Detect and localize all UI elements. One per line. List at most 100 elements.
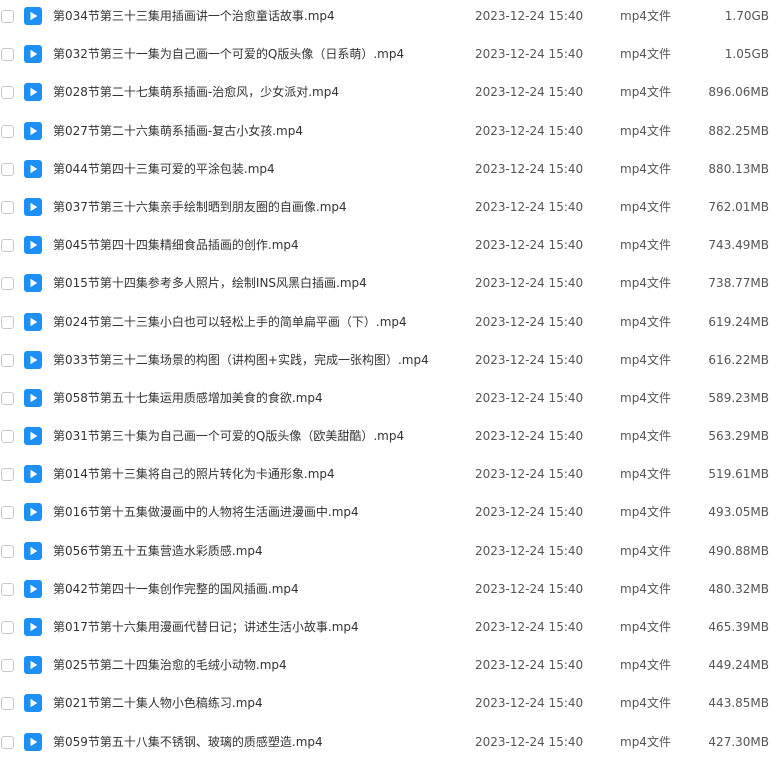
file-row[interactable]: 第015节第十四集参考多人照片，绘制INS风黑白插画.mp4 2023-12-2… <box>0 266 777 304</box>
file-row[interactable]: 第027节第二十六集萌系插画-复古小女孩.mp4 2023-12-24 15:4… <box>0 114 777 152</box>
file-name[interactable]: 第021节第二十集人物小色稿练习.mp4 <box>53 695 263 711</box>
file-size: 519.61MB <box>708 467 769 482</box>
file-name[interactable]: 第056节第五十五集营造水彩质感.mp4 <box>53 543 263 559</box>
file-modified-date: 2023-12-24 15:40 <box>475 238 584 253</box>
file-name[interactable]: 第034节第三十三集用插画讲一个治愈童话故事.mp4 <box>53 8 335 24</box>
file-row[interactable]: 第021节第二十集人物小色稿练习.mp4 2023-12-24 15:40 mp… <box>0 686 777 724</box>
file-name[interactable]: 第014节第十三集将自己的照片转化为卡通形象.mp4 <box>53 466 335 482</box>
file-name[interactable]: 第059节第五十八集不锈钢、玻璃的质感塑造.mp4 <box>53 734 323 750</box>
file-row[interactable]: 第033节第三十二集场景的构图（讲构图+实践，完成一张构图）.mp4 2023-… <box>0 343 777 381</box>
row-checkbox[interactable] <box>1 582 14 596</box>
file-row[interactable]: 第032节第三十一集为自己画一个可爱的Q版头像（日系萌）.mp4 2023-12… <box>0 37 777 75</box>
file-type: mp4文件 <box>620 47 671 62</box>
row-checkbox[interactable] <box>1 239 14 253</box>
file-name[interactable]: 第058节第五十七集运用质感增加美食的食欲.mp4 <box>53 390 323 406</box>
file-size: 896.06MB <box>708 85 769 100</box>
file-modified-date: 2023-12-24 15:40 <box>475 467 584 482</box>
file-name[interactable]: 第015节第十四集参考多人照片，绘制INS风黑白插画.mp4 <box>53 275 367 291</box>
file-size: 738.77MB <box>708 276 769 291</box>
row-checkbox[interactable] <box>1 697 14 711</box>
file-size: 882.25MB <box>708 123 769 138</box>
file-row[interactable]: 第017节第十六集用漫画代替日记；讲述生活小故事.mp4 2023-12-24 … <box>0 610 777 648</box>
file-modified-date: 2023-12-24 15:40 <box>475 9 584 23</box>
file-type: mp4文件 <box>620 85 671 100</box>
file-row[interactable]: 第044节第四十三集可爱的平涂包装.mp4 2023-12-24 15:40 m… <box>0 152 777 190</box>
row-checkbox[interactable] <box>1 621 14 634</box>
file-name[interactable]: 第031节第三十集为自己画一个可爱的Q版头像（欧美甜酷）.mp4 <box>53 428 404 444</box>
video-file-icon <box>24 694 42 713</box>
file-name[interactable]: 第045节第四十四集精细食品插画的创作.mp4 <box>53 237 299 253</box>
row-checkbox[interactable] <box>1 659 14 673</box>
file-name[interactable]: 第025节第二十四集治愈的毛绒小动物.mp4 <box>53 657 287 673</box>
file-modified-date: 2023-12-24 15:40 <box>475 734 584 749</box>
video-file-icon <box>24 274 42 293</box>
file-size: 465.39MB <box>708 620 769 634</box>
file-row[interactable]: 第045节第四十四集精细食品插画的创作.mp4 2023-12-24 15:40… <box>0 228 777 266</box>
row-checkbox[interactable] <box>1 391 14 405</box>
file-row[interactable]: 第024节第二十三集小白也可以轻松上手的简单扁平画（下）.mp4 2023-12… <box>0 305 777 343</box>
file-size: 1.05GB <box>724 47 769 62</box>
file-size: 880.13MB <box>708 161 769 176</box>
row-checkbox[interactable] <box>1 544 14 558</box>
file-row[interactable]: 第037节第三十六集亲手绘制晒到朋友圈的自画像.mp4 2023-12-24 1… <box>0 190 777 228</box>
file-modified-date: 2023-12-24 15:40 <box>475 123 584 138</box>
file-size: 762.01MB <box>708 199 769 214</box>
video-file-icon <box>24 618 42 636</box>
file-type: mp4文件 <box>620 314 671 329</box>
file-row[interactable]: 第014节第十三集将自己的照片转化为卡通形象.mp4 2023-12-24 15… <box>0 457 777 495</box>
row-checkbox[interactable] <box>1 315 14 329</box>
row-checkbox[interactable] <box>1 48 14 62</box>
file-name[interactable]: 第017节第十六集用漫画代替日记；讲述生活小故事.mp4 <box>53 619 359 635</box>
row-checkbox[interactable] <box>1 506 14 520</box>
file-row[interactable]: 第031节第三十集为自己画一个可爱的Q版头像（欧美甜酷）.mp4 2023-12… <box>0 419 777 457</box>
video-file-icon <box>24 121 42 140</box>
file-modified-date: 2023-12-24 15:40 <box>475 199 584 214</box>
file-row[interactable]: 第028节第二十七集萌系插画-治愈风，少女派对.mp4 2023-12-24 1… <box>0 75 777 113</box>
row-checkbox[interactable] <box>1 430 14 444</box>
row-checkbox[interactable] <box>1 162 14 176</box>
file-size: 616.22MB <box>708 352 769 367</box>
file-row[interactable]: 第058节第五十七集运用质感增加美食的食欲.mp4 2023-12-24 15:… <box>0 381 777 419</box>
video-file-icon <box>24 350 42 369</box>
row-checkbox[interactable] <box>1 353 14 367</box>
file-row[interactable]: 第042节第四十一集创作完整的国风插画.mp4 2023-12-24 15:40… <box>0 572 777 610</box>
file-name[interactable]: 第044节第四十三集可爱的平涂包装.mp4 <box>53 161 275 177</box>
file-row[interactable]: 第059节第五十八集不锈钢、玻璃的质感塑造.mp4 2023-12-24 15:… <box>0 725 777 763</box>
video-file-icon <box>24 45 42 64</box>
video-file-icon <box>24 427 42 446</box>
file-size: 743.49MB <box>708 238 769 253</box>
row-checkbox[interactable] <box>1 124 14 138</box>
file-type: mp4文件 <box>620 161 671 176</box>
file-name[interactable]: 第042节第四十一集创作完整的国风插画.mp4 <box>53 581 299 597</box>
file-type: mp4文件 <box>620 505 671 520</box>
video-file-icon <box>24 388 42 407</box>
file-name[interactable]: 第033节第三十二集场景的构图（讲构图+实践，完成一张构图）.mp4 <box>53 352 429 368</box>
file-modified-date: 2023-12-24 15:40 <box>475 543 584 558</box>
file-modified-date: 2023-12-24 15:40 <box>475 581 584 596</box>
row-checkbox[interactable] <box>1 86 14 100</box>
row-checkbox[interactable] <box>1 10 14 23</box>
file-modified-date: 2023-12-24 15:40 <box>475 85 584 100</box>
file-row[interactable]: 第016节第十五集做漫画中的人物将生活画进漫画中.mp4 2023-12-24 … <box>0 495 777 533</box>
row-checkbox[interactable] <box>1 200 14 214</box>
file-name[interactable]: 第024节第二十三集小白也可以轻松上手的简单扁平画（下）.mp4 <box>53 314 407 330</box>
file-modified-date: 2023-12-24 15:40 <box>475 505 584 520</box>
video-file-icon <box>24 83 42 102</box>
file-size: 589.23MB <box>708 390 769 405</box>
file-modified-date: 2023-12-24 15:40 <box>475 620 584 634</box>
file-name[interactable]: 第037节第三十六集亲手绘制晒到朋友圈的自画像.mp4 <box>53 199 347 215</box>
file-size: 1.70GB <box>724 9 769 23</box>
video-file-icon <box>24 732 42 751</box>
file-row[interactable]: 第056节第五十五集营造水彩质感.mp4 2023-12-24 15:40 mp… <box>0 534 777 572</box>
file-row[interactable]: 第034节第三十三集用插画讲一个治愈童话故事.mp4 2023-12-24 15… <box>0 0 777 37</box>
file-name[interactable]: 第027节第二十六集萌系插画-复古小女孩.mp4 <box>53 123 303 139</box>
file-row[interactable]: 第025节第二十四集治愈的毛绒小动物.mp4 2023-12-24 15:40 … <box>0 648 777 686</box>
file-name[interactable]: 第028节第二十七集萌系插画-治愈风，少女派对.mp4 <box>53 84 339 100</box>
file-name[interactable]: 第016节第十五集做漫画中的人物将生活画进漫画中.mp4 <box>53 504 359 520</box>
row-checkbox[interactable] <box>1 735 14 749</box>
row-checkbox[interactable] <box>1 468 14 482</box>
video-file-icon <box>24 312 42 331</box>
file-name[interactable]: 第032节第三十一集为自己画一个可爱的Q版头像（日系萌）.mp4 <box>53 46 404 62</box>
row-checkbox[interactable] <box>1 277 14 291</box>
file-type: mp4文件 <box>620 199 671 214</box>
